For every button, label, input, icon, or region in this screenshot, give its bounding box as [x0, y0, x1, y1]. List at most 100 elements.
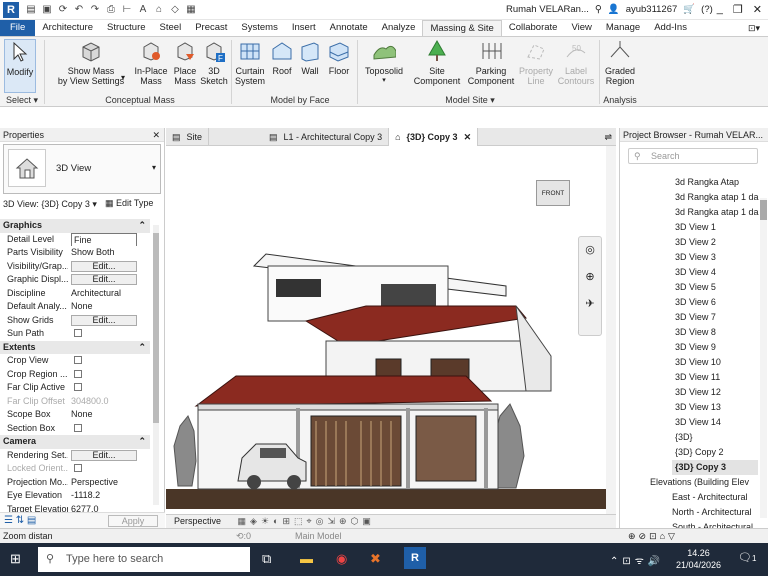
browser-elevation-item[interactable]: North - Architectural — [672, 505, 752, 520]
3d-sketch-button[interactable]: F 3D Sketch — [200, 39, 228, 86]
close-icon[interactable]: ✕ — [464, 128, 472, 146]
property-value[interactable]: Edit... — [68, 314, 150, 328]
tab-file[interactable]: File — [0, 20, 36, 36]
tab-massing-site[interactable]: Massing & Site — [422, 20, 502, 36]
edit-button[interactable]: Edit... — [71, 314, 137, 326]
tab-steel[interactable]: Steel — [153, 20, 189, 36]
notification-icon[interactable]: 🗨1 — [738, 551, 756, 564]
canvas-scrollbar[interactable] — [606, 146, 616, 514]
annotation-icon[interactable]: A — [137, 4, 149, 15]
property-value[interactable] — [68, 381, 150, 395]
show-mass-button[interactable]: Show Mass by View Settings — [52, 39, 130, 86]
3d-view-canvas[interactable]: FRONT ◎ ⊕ ✈ — [166, 146, 616, 514]
property-value[interactable]: None — [68, 300, 150, 314]
curtain-system-button[interactable]: Curtain System — [234, 39, 266, 86]
property-value[interactable]: None — [68, 408, 150, 422]
binoculars-icon[interactable]: ⚲ — [595, 4, 602, 15]
restore-icon[interactable]: ❐ — [733, 3, 743, 16]
browser-view-item[interactable]: 3d Rangka atap 1 da — [675, 190, 759, 205]
view-control-icons[interactable]: ▦◈☀◐⊞⬚⌖◎⇲⊕⬡▣ — [238, 516, 375, 526]
property-value[interactable]: Perspective — [68, 476, 150, 490]
apply-button[interactable]: Apply — [108, 515, 158, 527]
print-icon[interactable]: ⎙ — [105, 4, 117, 15]
property-value[interactable] — [68, 368, 150, 382]
clock[interactable]: 14.26 21/04/2026 — [676, 547, 721, 571]
measure-icon[interactable]: ⊢ — [121, 4, 133, 15]
username[interactable]: ayub311267 — [626, 4, 678, 15]
tab-architecture[interactable]: Architecture — [35, 20, 100, 36]
browser-view-item[interactable]: 3D View 8 — [675, 325, 716, 340]
switch-windows-icon[interactable]: ▦ — [185, 4, 197, 15]
site-component-button[interactable]: Site Component — [412, 39, 462, 86]
property-input[interactable]: Fine — [71, 232, 137, 246]
tab-structure[interactable]: Structure — [100, 20, 153, 36]
browser-view-item[interactable]: 3d Rangka Atap — [675, 175, 739, 190]
checkbox[interactable] — [74, 383, 82, 391]
checkbox[interactable] — [74, 423, 82, 432]
browser-view-item[interactable]: 3D View 11 — [675, 370, 720, 385]
task-view-icon[interactable]: ⧉ — [262, 551, 271, 567]
save-icon[interactable]: ▣ — [41, 4, 53, 15]
tab-systems[interactable]: Systems — [234, 20, 284, 36]
tab-add-ins[interactable]: Add-Ins — [647, 20, 694, 36]
browser-view-item[interactable]: {3D} — [675, 430, 693, 445]
sync-icon[interactable]: ⟳ — [57, 4, 69, 15]
zoom-icon[interactable]: ⊕ — [579, 270, 601, 283]
user-icon[interactable]: 👤 — [608, 4, 620, 15]
revit-logo-icon[interactable]: R — [3, 1, 19, 18]
browser-view-item[interactable]: 3D View 2 — [675, 235, 716, 250]
tab-collaborate[interactable]: Collaborate — [502, 20, 565, 36]
browser-view-item[interactable]: 3D View 10 — [675, 355, 721, 370]
browser-view-item[interactable]: 3D View 12 — [675, 385, 721, 400]
edit-button[interactable]: Edit... — [71, 260, 137, 272]
property-value[interactable]: Edit... — [68, 449, 150, 463]
edit-button[interactable]: Edit... — [71, 274, 137, 285]
tab-3d-copy-3[interactable]: ⌂ {3D} Copy 3 ✕ — [389, 128, 479, 146]
property-value[interactable]: Show Both — [68, 246, 150, 260]
collapse-icon[interactable]: ⌃ — [138, 435, 146, 448]
checkbox[interactable] — [74, 369, 82, 378]
property-line-button[interactable]: Property Line — [518, 39, 554, 86]
property-section[interactable]: Extents ⌃ — [0, 340, 150, 354]
wall-by-face-button[interactable]: Wall — [296, 39, 324, 76]
file-explorer-icon[interactable]: ▬ — [300, 551, 313, 566]
toposolid-button[interactable]: Toposolid ▾ — [362, 39, 406, 86]
fly-icon[interactable]: ✈ — [579, 297, 601, 310]
browser-elevations-node[interactable]: Elevations (Building Elev — [650, 475, 749, 490]
browser-view-item[interactable]: 3D View 5 — [675, 280, 716, 295]
minimize-icon[interactable]: _ — [717, 3, 723, 16]
checkbox[interactable] — [74, 329, 82, 337]
chevron-down-icon[interactable]: ▾ — [152, 163, 156, 172]
browser-view-item[interactable]: 3D View 13 — [675, 400, 721, 415]
property-value[interactable]: 304800.0 — [68, 395, 150, 409]
tab-precast[interactable]: Precast — [188, 20, 234, 36]
close-icon[interactable]: ✕ — [753, 3, 762, 16]
edit-button[interactable]: Edit... — [71, 449, 137, 461]
tray-icons[interactable]: ⌃⊡ᯤ🔊 — [610, 553, 664, 567]
browser-view-item[interactable]: 3d Rangka atap 1 da — [675, 205, 759, 220]
checkbox[interactable] — [74, 464, 82, 472]
property-value[interactable]: Edit... — [68, 273, 150, 287]
browser-view-item[interactable]: 3D View 4 — [675, 265, 716, 280]
modify-button[interactable]: Modify — [4, 39, 36, 93]
windows-start-icon[interactable]: ⊞ — [10, 551, 21, 567]
browser-view-item[interactable]: 3D View 9 — [675, 340, 716, 355]
redo-icon[interactable]: ↷ — [89, 4, 101, 15]
open-icon[interactable]: ▤ — [25, 4, 37, 15]
properties-filter-icon[interactable]: ☰ ⇅ ▤ — [4, 515, 36, 526]
property-value[interactable] — [68, 422, 150, 436]
browser-view-item[interactable]: 3D View 6 — [675, 295, 716, 310]
in-place-mass-button[interactable]: In-Place Mass — [132, 39, 170, 86]
viewcube[interactable]: FRONT — [536, 180, 570, 206]
edit-type-button[interactable]: ▦ Edit Type — [105, 198, 153, 209]
close-icon[interactable]: ✕ — [152, 128, 160, 141]
label-contours-button[interactable]: 50 Label Contours — [556, 39, 596, 86]
tab-manage[interactable]: Manage — [599, 20, 647, 36]
select-dropdown[interactable]: Select ▾ — [4, 95, 40, 106]
property-value[interactable]: Architectural — [68, 287, 150, 301]
ribbon-options-icon[interactable]: ⊡▾ — [748, 20, 760, 36]
type-selector[interactable]: 3D View ▾ — [3, 144, 161, 194]
browser-view-item[interactable]: 3D View 1 — [675, 220, 716, 235]
status-icons[interactable]: ⊕⊘⊡⌂▽ — [628, 529, 678, 543]
property-section[interactable]: Graphics ⌃ — [0, 219, 150, 233]
